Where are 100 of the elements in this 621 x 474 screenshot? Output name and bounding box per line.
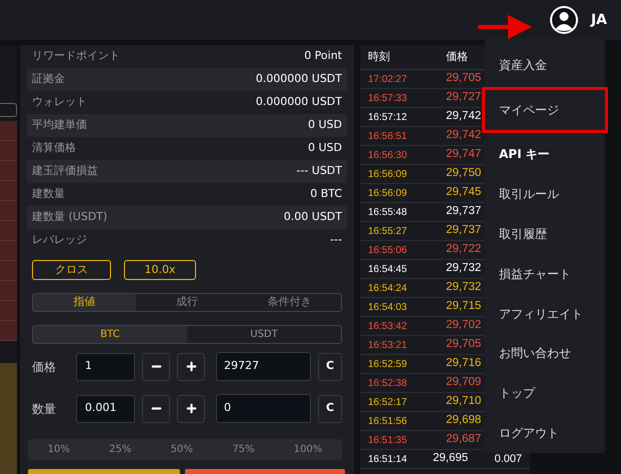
trade-time: 16:56:09 — [368, 168, 408, 182]
trade-price: 29,687 — [446, 432, 482, 448]
trade-price: 29,722 — [446, 242, 482, 258]
trade-price: 29,709 — [446, 375, 482, 390]
account-label: リワードポイント — [32, 48, 120, 64]
trade-price: 29,747 — [446, 147, 482, 162]
order-type-tab[interactable]: 条件付き — [238, 294, 342, 311]
percent-option[interactable]: 75% — [232, 442, 254, 457]
trade-time: 16:55:27 — [368, 224, 408, 238]
step-input-field[interactable]: 1 — [76, 352, 135, 380]
percent-option[interactable]: 25% — [109, 442, 132, 457]
increment-button[interactable] — [177, 352, 205, 380]
account-value: --- — [330, 232, 342, 248]
decrement-button[interactable] — [142, 394, 170, 422]
unit-tab[interactable]: BTC — [33, 326, 187, 343]
clear-button[interactable]: C — [318, 394, 342, 422]
menu-item[interactable]: トップ — [485, 373, 605, 414]
trade-price: 29,705 — [446, 71, 482, 86]
trade-time: 16:57:33 — [368, 92, 408, 106]
trade-price: 29,695 — [432, 451, 470, 466]
plus-icon — [184, 360, 198, 373]
increment-button[interactable] — [177, 394, 205, 422]
arrow-icon — [478, 13, 533, 41]
percent-option[interactable]: 50% — [170, 442, 193, 457]
decrement-button[interactable] — [142, 352, 170, 380]
account-value: 0.00 USDT — [284, 209, 342, 226]
account-value: 0 BTC — [310, 186, 342, 202]
trade-time: 16:52:38 — [368, 376, 408, 390]
trade-time: 16:54:45 — [368, 262, 408, 276]
account-value: 0.000000 USDT — [256, 94, 342, 110]
column-header: 時刻 — [368, 50, 391, 65]
trade-price: 29,705 — [446, 337, 482, 352]
account-label: 建玉評価損益 — [32, 163, 98, 180]
trade-price: 29,750 — [446, 166, 482, 182]
column-header: 価格 — [446, 50, 468, 65]
menu-item[interactable]: ログアウト — [485, 413, 605, 453]
account-label: 建数量 (USDT) — [32, 209, 108, 226]
trade-price: 29,702 — [446, 318, 482, 334]
trade-time: 16:51:14 — [368, 452, 408, 466]
clear-button[interactable]: C — [318, 352, 342, 380]
account-value: 0.000000 USDT — [256, 71, 342, 88]
trade-time: 16:53:21 — [368, 338, 408, 352]
step-input-field[interactable]: 0.001 — [76, 394, 135, 422]
order-type-tab[interactable]: 指値 — [33, 294, 136, 311]
account-value: --- USDT — [296, 163, 342, 180]
trade-time: 16:52:59 — [368, 358, 408, 372]
plus-icon — [184, 402, 198, 415]
trade-time: 16:51:35 — [368, 434, 408, 448]
trade-price: 29,715 — [446, 299, 482, 314]
percent-option[interactable]: 10% — [48, 442, 70, 457]
order-type-tab[interactable]: 成行 — [136, 294, 238, 311]
account-label: 清算価格 — [32, 140, 76, 156]
input-label: 価格 — [32, 358, 57, 376]
account-label: ウォレット — [32, 94, 87, 110]
account-label: レバレッジ — [32, 232, 87, 248]
trade-price: 29,710 — [446, 394, 482, 410]
menu-item[interactable]: 損益チャート — [485, 254, 605, 294]
trade-price: 29,745 — [446, 185, 482, 200]
menu-item[interactable]: 資産入金 — [485, 45, 605, 85]
trade-amount: 0.007 — [494, 452, 522, 467]
menu-item[interactable]: マイページ — [485, 90, 605, 130]
value-input-field[interactable]: 29727 — [216, 352, 311, 381]
trade-time: 16:53:42 — [368, 320, 408, 334]
menu-item[interactable]: 取引履歴 — [485, 214, 605, 254]
trade-time: 16:52:17 — [368, 396, 408, 410]
trade-price: 29,737 — [446, 204, 482, 220]
user-avatar-icon[interactable] — [548, 5, 579, 35]
account-value: 0 USD — [308, 117, 342, 134]
unit-tab[interactable]: USDT — [187, 326, 341, 343]
trade-time: 16:55:06 — [368, 244, 408, 258]
account-value: 0 Point — [304, 48, 342, 64]
trade-time: 16:54:24 — [368, 282, 408, 296]
trade-time: 16:54:03 — [368, 300, 408, 314]
trade-time: 16:56:30 — [368, 148, 408, 162]
trade-time: 17:02:27 — [368, 72, 408, 86]
margin-mode-button[interactable]: クロス — [32, 260, 111, 280]
trade-price: 29,716 — [446, 356, 482, 372]
account-value: 0 USD — [308, 140, 342, 156]
trade-price: 29,732 — [446, 261, 482, 276]
menu-item[interactable]: お問い合わせ — [485, 334, 605, 374]
language-label[interactable]: JA — [590, 10, 607, 30]
account-label: 建数量 — [32, 186, 65, 202]
menu-item[interactable]: API キー — [485, 134, 605, 174]
value-input-field[interactable]: 0 — [216, 394, 311, 423]
trade-price: 29,698 — [446, 413, 482, 428]
menu-item[interactable]: 取引ルール — [485, 174, 605, 214]
percent-option[interactable]: 100% — [294, 442, 322, 457]
trade-time: 16:56:09 — [368, 186, 408, 200]
trade-time: 16:51:56 — [368, 414, 408, 428]
account-label: 平均建単価 — [32, 117, 87, 134]
trade-time: 16:57:12 — [368, 110, 408, 124]
trade-time: 16:56:51 — [368, 130, 408, 144]
trade-price: 29,737 — [446, 223, 482, 238]
trade-price: 29,742 — [446, 109, 482, 124]
menu-item[interactable]: アフィリエイト — [485, 294, 605, 334]
leverage-button[interactable]: 10.0x — [124, 260, 196, 280]
trade-price: 29,727 — [446, 90, 482, 106]
trade-price: 29,732 — [446, 280, 482, 296]
trade-time: 16:55:48 — [368, 206, 408, 220]
trade-price: 29,742 — [446, 128, 482, 144]
